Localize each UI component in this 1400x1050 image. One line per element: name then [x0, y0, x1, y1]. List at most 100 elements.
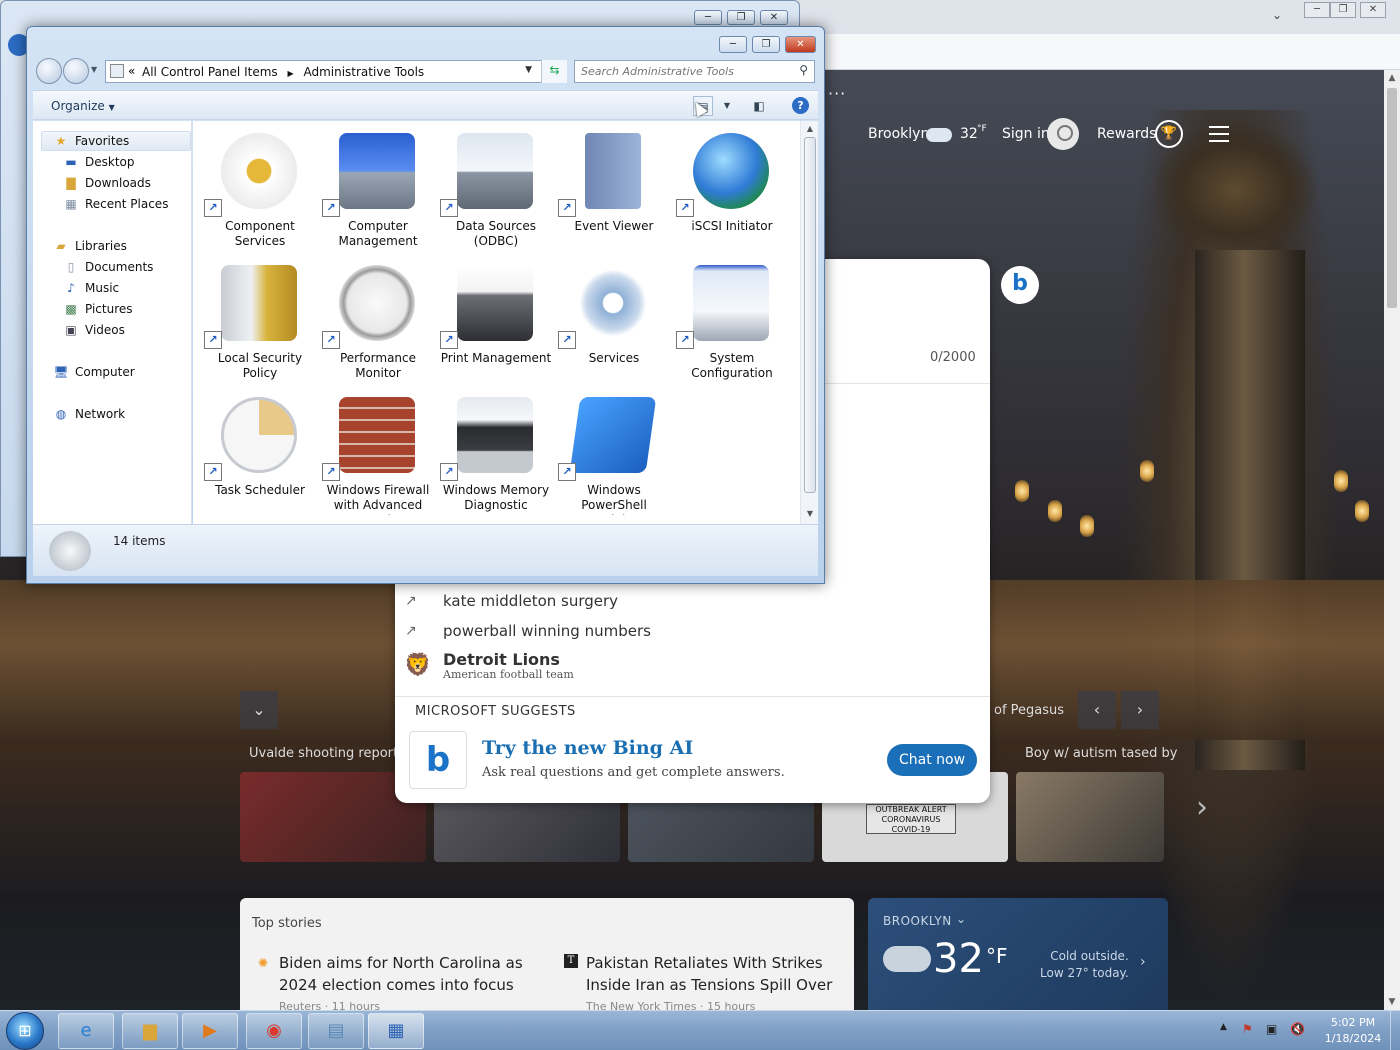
story-headline[interactable]: Pakistan Retaliates With Strikes Inside …: [586, 952, 846, 996]
show-hidden-icons-icon[interactable]: ▲: [1220, 1022, 1227, 1032]
scroll-up-icon[interactable]: ▲: [1384, 70, 1400, 86]
breadcrumb-item[interactable]: Administrative Tools: [303, 65, 424, 79]
recent-pages-icon[interactable]: ▼: [91, 65, 97, 74]
close-button[interactable]: ✕: [785, 36, 816, 53]
breadcrumb-separator-icon[interactable]: ▶: [287, 69, 293, 78]
desktop: ⌄ ─ ❐ ✕ ⇪ ☆ ▮ ● ⋮ ··· Brooklyn 32 °F Sig…: [0, 0, 1400, 1050]
trophy-icon[interactable]: 🏆: [1155, 120, 1183, 148]
file-item[interactable]: ↗ Windows PowerShell Modules: [555, 393, 673, 523]
volume-muted-icon[interactable]: 🔇: [1290, 1022, 1305, 1036]
bing-promo-title[interactable]: Try the new Bing AI: [482, 737, 693, 759]
file-item-label: Event Viewer: [574, 219, 654, 233]
control-panel-icon[interactable]: ▦: [368, 1013, 424, 1049]
background-minimize-button[interactable]: ─: [694, 10, 722, 25]
chevron-down-icon: ▼: [108, 103, 115, 112]
file-explorer-icon[interactable]: ▆: [122, 1013, 178, 1049]
media-player-icon[interactable]: ▶: [182, 1013, 238, 1049]
background-close-button[interactable]: ✕: [760, 10, 788, 25]
file-item[interactable]: ↗ Task Scheduler: [201, 393, 319, 523]
organize-button[interactable]: Organize ▼: [51, 99, 115, 113]
file-item[interactable]: ↗ Services: [555, 261, 673, 391]
minimize-button[interactable]: ─: [719, 36, 747, 53]
carousel-peg-label[interactable]: of Pegasus: [994, 703, 1064, 718]
rewards-link[interactable]: Rewards: [1097, 126, 1156, 142]
lamp-image: [1355, 500, 1369, 522]
suggestion-item[interactable]: ↗ kate middleton surgery: [405, 590, 965, 618]
chat-now-button[interactable]: Chat now: [887, 744, 977, 776]
file-item[interactable]: ↗ Local Security Policy: [201, 261, 319, 391]
chrome-icon[interactable]: ◉: [246, 1013, 302, 1049]
carousel-next-small-button[interactable]: ›: [1121, 691, 1159, 729]
system-clock[interactable]: 5:02 PM 1/18/2024: [1318, 1015, 1388, 1047]
scroll-up-icon[interactable]: ▲: [805, 124, 815, 133]
view-options-icon[interactable]: ▼: [717, 96, 737, 116]
tab-dropdown-icon[interactable]: ⌄: [1272, 8, 1282, 22]
avatar[interactable]: [1047, 118, 1079, 150]
file-item[interactable]: ↗ Print Management: [437, 261, 555, 391]
network-tray-icon[interactable]: ▣: [1266, 1022, 1277, 1036]
back-button[interactable]: [36, 58, 62, 84]
file-item[interactable]: ↗ Windows Firewall with Advanced Securit…: [319, 393, 437, 523]
chevron-down-icon[interactable]: ⌄: [956, 912, 966, 926]
bing-chat-icon[interactable]: b: [1001, 266, 1039, 304]
breadcrumb-item[interactable]: All Control Panel Items: [142, 65, 278, 79]
details-pane: 14 items: [33, 524, 818, 576]
clock-date: 1/18/2024: [1324, 1032, 1382, 1045]
entity-title[interactable]: Detroit Lions: [443, 650, 560, 669]
refresh-icon[interactable]: ⇆: [541, 60, 567, 83]
file-item[interactable]: ↗ Data Sources (ODBC): [437, 129, 555, 259]
shortcut-arrow-icon: ↗: [322, 331, 340, 349]
suggestion-text: powerball winning numbers: [443, 622, 651, 640]
search-icon[interactable]: ⚲: [799, 63, 808, 77]
file-item[interactable]: ↗ Performance Monitor: [319, 261, 437, 391]
file-item-label: Component Services: [225, 219, 295, 248]
suggestion-item[interactable]: ↗ powerball winning numbers: [405, 620, 965, 648]
hamburger-menu-icon[interactable]: [1209, 126, 1229, 142]
carousel-left-label[interactable]: Uvalde shooting report: [249, 746, 398, 761]
background-restore-button[interactable]: ❐: [727, 10, 755, 25]
preview-pane-icon[interactable]: ◧: [749, 96, 769, 116]
file-item[interactable]: ↗ iSCSI Initiator: [673, 129, 791, 259]
help-icon[interactable]: ?: [792, 97, 809, 114]
file-item[interactable]: ↗ Windows Memory Diagnostic: [437, 393, 555, 523]
file-item[interactable]: ↗ Event Viewer: [555, 129, 673, 259]
search-input[interactable]: [581, 61, 791, 81]
forward-button[interactable]: [63, 58, 89, 84]
start-button[interactable]: ⊞: [6, 1012, 44, 1050]
browser-scrollbar[interactable]: ▲ ▼: [1384, 70, 1400, 1010]
file-item-label: Print Management: [440, 351, 552, 365]
address-dropdown-icon[interactable]: ▼: [525, 65, 532, 75]
carousel-next-icon[interactable]: ›: [1196, 790, 1208, 825]
address-overflow[interactable]: «: [128, 64, 135, 78]
weather-location[interactable]: Brooklyn: [868, 126, 929, 142]
carousel-prev-button[interactable]: ‹: [1078, 691, 1116, 729]
browser-minimize-button[interactable]: ─: [1304, 2, 1330, 18]
notepad-icon[interactable]: ▤: [308, 1013, 364, 1049]
print-management-icon: [457, 265, 533, 341]
carousel-collapse-button[interactable]: ⌄: [240, 691, 278, 729]
browser-close-button[interactable]: ✕: [1360, 2, 1386, 18]
chevron-right-icon[interactable]: ›: [1140, 954, 1146, 970]
show-desktop-button[interactable]: [1390, 1011, 1400, 1050]
action-center-icon[interactable]: ⚑: [1242, 1022, 1253, 1036]
search-box[interactable]: ⚲: [574, 60, 815, 83]
scroll-down-icon[interactable]: ▼: [805, 509, 815, 518]
story-headline[interactable]: Biden aims for North Carolina as 2024 el…: [279, 952, 539, 996]
scroll-thumb[interactable]: [1387, 88, 1397, 308]
scroll-thumb[interactable]: [804, 137, 816, 493]
restore-button[interactable]: ❐: [752, 36, 780, 53]
file-item[interactable]: ↗ Component Services: [201, 129, 319, 259]
weather-card[interactable]: BROOKLYN ⌄ 32 °F Cold outside. Low 27° t…: [868, 898, 1168, 1010]
file-item[interactable]: ↗ System Configuration: [673, 261, 791, 391]
file-list-scrollbar[interactable]: ▲ ▼: [800, 121, 818, 524]
more-options-icon[interactable]: ···: [828, 84, 846, 103]
sign-in-link[interactable]: Sign in: [1002, 126, 1050, 142]
news-card-image[interactable]: [1016, 772, 1164, 862]
scroll-down-icon[interactable]: ▼: [1384, 994, 1400, 1010]
browser-restore-button[interactable]: ❐: [1330, 2, 1356, 18]
carousel-right-label[interactable]: Boy w/ autism tased by: [1025, 746, 1178, 761]
shortcut-arrow-icon: ↗: [440, 199, 458, 217]
address-bar[interactable]: « All Control Panel Items ▶ Administrati…: [105, 60, 567, 83]
file-item[interactable]: ↗ Computer Management: [319, 129, 437, 259]
internet-explorer-icon[interactable]: e: [58, 1013, 114, 1049]
